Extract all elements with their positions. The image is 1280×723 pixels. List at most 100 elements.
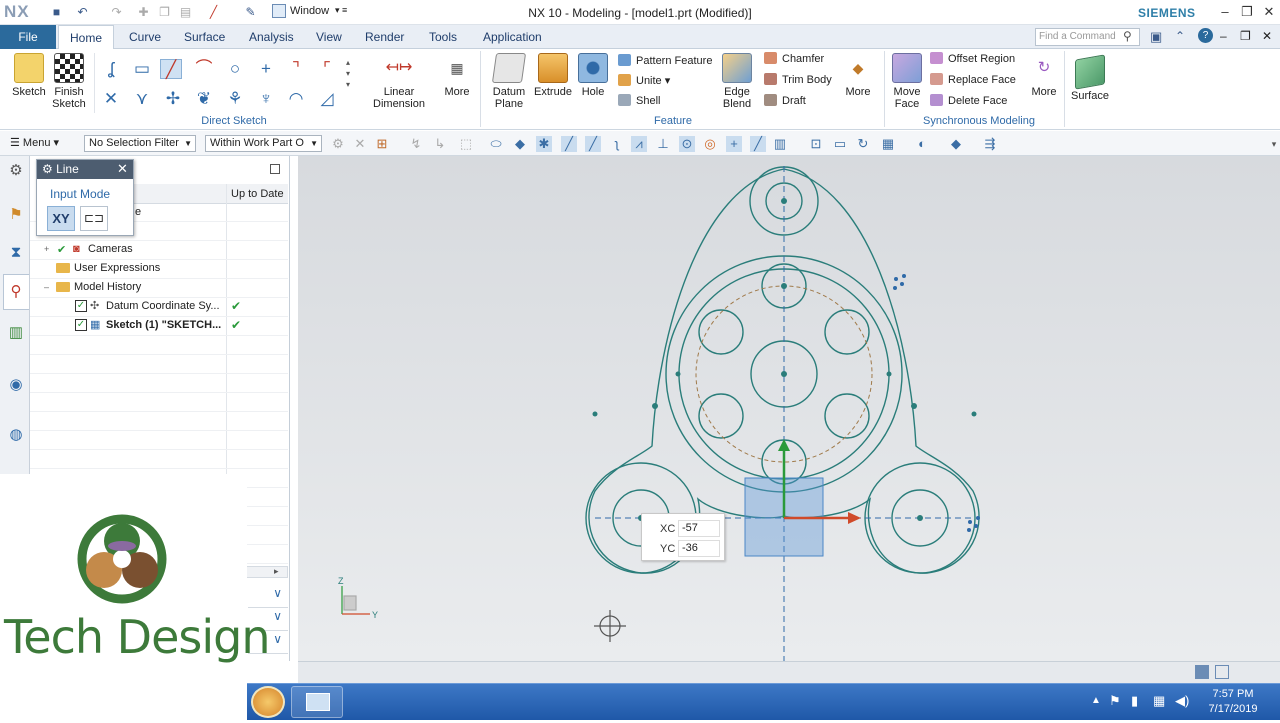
show-hide-icon[interactable]: ⇶ — [982, 136, 998, 152]
close-button[interactable]: ✕ — [1258, 3, 1280, 21]
make-corner-icon[interactable]: ✢ — [162, 89, 184, 109]
rapid-dimension-icon[interactable]: ◠ — [285, 89, 307, 109]
reuse-library-icon[interactable]: ▥ — [5, 322, 27, 344]
minimize-button[interactable]: – — [1214, 3, 1236, 21]
zoom-icon[interactable]: ▭ — [832, 136, 848, 152]
tab-home[interactable]: Home — [58, 25, 114, 50]
bounded-grid-icon[interactable]: ▥ — [772, 136, 788, 152]
extrude-button[interactable]: Extrude — [532, 53, 574, 98]
chamfer-curve-icon[interactable]: ⌜ — [316, 59, 338, 79]
taskbar-window-button[interactable] — [291, 686, 343, 718]
linear-dimension-button[interactable]: ↤↦ Linear Dimension — [364, 53, 434, 110]
rectangle-select-icon[interactable]: ⬚ — [458, 136, 474, 152]
close-icon[interactable]: ✕ — [117, 161, 128, 177]
point-on-curve-icon[interactable]: ╱ — [750, 136, 766, 152]
sketch-button[interactable]: Sketch — [8, 53, 50, 98]
replace-face-button[interactable]: Replace Face — [930, 70, 1016, 90]
gallery-scroll-icon[interactable]: ▴ ▾ ▾ — [346, 57, 350, 90]
hole-button[interactable]: Hole — [576, 53, 610, 98]
volume-icon[interactable]: ◀) — [1175, 693, 1189, 709]
nx-app-icon[interactable] — [251, 686, 285, 718]
tab-surface[interactable]: Surface — [182, 25, 227, 49]
more-sync-button[interactable]: ↻ More — [1028, 53, 1060, 98]
datum-plane-button[interactable]: Datum Plane — [486, 53, 532, 110]
yc-input[interactable]: -36 — [678, 540, 720, 557]
constraint-navigator-icon[interactable]: ⧗ — [5, 242, 27, 264]
help-icon[interactable]: ? — [1198, 28, 1213, 43]
intersection-icon[interactable]: ⩘ — [631, 136, 647, 152]
perpendicular-icon[interactable]: ⊥ — [655, 136, 671, 152]
render-style-icon[interactable]: ◐ — [914, 136, 930, 152]
dependents-panel-toggle-icon[interactable]: ∨ — [248, 586, 288, 608]
existing-point-icon[interactable]: + — [726, 136, 742, 152]
list-item-sketch[interactable]: Sketch (1) "SKETCH... — [106, 319, 221, 331]
line-icon[interactable]: ╱ — [160, 59, 182, 79]
checkbox[interactable]: ✓ — [75, 300, 87, 312]
ribbon-collapse-icon[interactable]: ⌃ — [1175, 29, 1185, 43]
curve-rule-icon[interactable]: ⊞ — [374, 136, 390, 152]
full-screen-icon[interactable] — [1215, 665, 1229, 679]
xy-mode-button[interactable]: XY — [47, 206, 75, 231]
tab-tools[interactable]: Tools — [427, 25, 459, 49]
quick-trim-icon[interactable]: ✕ — [100, 89, 122, 109]
selection-scope-dropdown[interactable]: Within Work Part O ▼ — [205, 135, 322, 152]
tab-view[interactable]: View — [314, 25, 344, 49]
list-item-cameras[interactable]: Cameras — [88, 243, 133, 255]
quadrant-icon[interactable]: ◎ — [702, 136, 718, 152]
fit-view-icon[interactable]: ⊡ — [808, 136, 824, 152]
trim-body-button[interactable]: Trim Body — [764, 70, 832, 90]
tab-application[interactable]: Application — [481, 25, 544, 49]
body-select-icon[interactable]: ◆ — [512, 136, 528, 152]
expand-icon[interactable]: + — [44, 244, 49, 254]
quick-extend-icon[interactable]: ⋎ — [131, 89, 153, 109]
arc-center-icon[interactable]: ⊙ — [679, 136, 695, 152]
doc-restore-icon[interactable]: ❐ — [1240, 29, 1251, 43]
fillet-icon[interactable]: ⌝ — [285, 59, 307, 79]
finish-sketch-button[interactable]: Finish Sketch — [50, 53, 88, 110]
unite-button[interactable]: Unite ▾ — [618, 71, 670, 91]
mirror-curve-icon[interactable]: ♆ — [255, 89, 277, 109]
work-layer-icon[interactable]: ◆ — [948, 136, 964, 152]
gear-icon[interactable]: ⚙ — [5, 160, 27, 182]
flag-icon[interactable]: ⚑ — [1109, 693, 1121, 709]
restore-button[interactable]: ❐ — [1236, 3, 1258, 21]
edge-blend-button[interactable]: Edge Blend — [716, 53, 758, 110]
selection-mode-icon[interactable] — [1195, 665, 1209, 679]
profile-icon[interactable]: ʆ — [100, 59, 122, 79]
web-browser-icon[interactable]: ◉ — [5, 374, 27, 396]
more-sketch-button[interactable]: ▦ More — [440, 53, 474, 98]
select-icon[interactable]: ↯ — [408, 136, 424, 152]
checkbox[interactable]: ✓ — [75, 319, 87, 331]
doc-close-icon[interactable]: ✕ — [1262, 29, 1272, 43]
sketch-canvas[interactable] — [298, 156, 1280, 661]
scroll-right-icon[interactable]: ▸ — [274, 566, 279, 577]
tab-curve[interactable]: Curve — [127, 25, 163, 49]
end-point-icon[interactable]: ╱ — [561, 136, 577, 152]
resource-bar-icon[interactable]: ▣ — [1150, 29, 1162, 45]
move-face-button[interactable]: Move Face — [888, 53, 926, 110]
tab-file[interactable]: File — [0, 25, 56, 49]
rectangle-icon[interactable]: ▭ — [131, 59, 153, 79]
assembly-navigator-icon[interactable]: ⚑ — [5, 204, 27, 226]
snap-toggle-icon[interactable]: ⬭ — [488, 136, 504, 152]
collapse-icon[interactable]: – — [44, 282, 49, 292]
menu-button[interactable]: ☰ Menu ▾ — [10, 136, 59, 149]
doc-minimize-icon[interactable]: – — [1220, 29, 1227, 43]
shell-button[interactable]: Shell — [618, 91, 660, 111]
draft-button[interactable]: Draft — [764, 91, 806, 111]
clock-date[interactable]: 7/17/2019 — [1203, 703, 1263, 715]
show-hidden-icons[interactable]: ▲ — [1091, 695, 1101, 706]
point-icon[interactable]: + — [255, 59, 277, 79]
mid-point-icon[interactable]: ╱ — [585, 136, 601, 152]
rotate-icon[interactable]: ↻ — [855, 136, 871, 152]
list-item-datum-csys[interactable]: Datum Coordinate Sy... — [106, 300, 220, 312]
part-navigator-icon[interactable]: ⚲ — [5, 281, 27, 303]
search-icon[interactable]: ⚲ — [1123, 29, 1132, 43]
network-icon[interactable]: ▦ — [1153, 693, 1165, 709]
tab-render[interactable]: Render — [363, 25, 406, 49]
arc-icon[interactable]: ⌒ — [193, 59, 215, 79]
tab-analysis[interactable]: Analysis — [247, 25, 296, 49]
delete-face-button[interactable]: Delete Face — [930, 91, 1007, 111]
toolbar-options-icon[interactable]: ▾ — [1266, 136, 1280, 152]
feature-selection-icon[interactable]: ✕ — [352, 136, 368, 152]
